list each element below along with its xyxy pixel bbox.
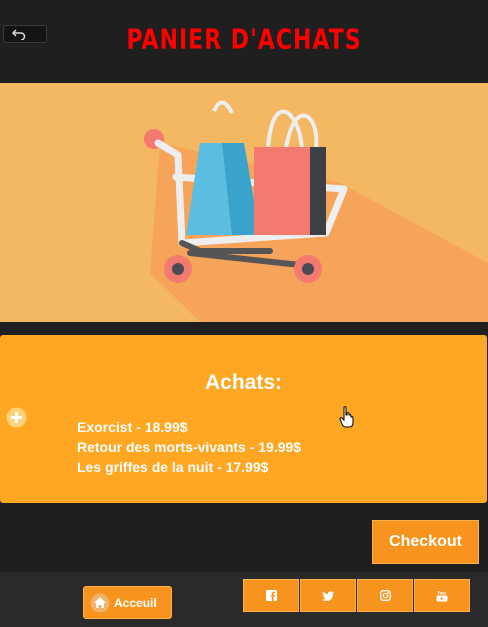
home-label: Acceuil <box>114 595 157 610</box>
youtube-icon: You <box>436 590 448 601</box>
twitter-icon <box>322 590 334 601</box>
social-links: You <box>243 579 471 613</box>
purchases-panel: Achats: Exorcist - 18.99$ Retour des mor… <box>0 335 487 503</box>
home-button[interactable]: Acceuil <box>83 586 172 619</box>
checkout-button[interactable]: Checkout <box>372 520 479 564</box>
home-icon <box>90 593 110 612</box>
plus-circle-icon[interactable] <box>6 407 27 428</box>
hero-banner <box>0 83 488 322</box>
header: PANIER D'ACHATS <box>0 0 488 82</box>
youtube-button[interactable]: You <box>414 579 470 612</box>
list-item: Retour des morts-vivants - 19.99$ <box>77 439 302 455</box>
hand-cursor-icon <box>339 406 354 428</box>
purchases-title: Achats: <box>204 371 283 394</box>
page-title: PANIER D'ACHATS <box>126 24 362 57</box>
list-item: Exorcist - 18.99$ <box>77 419 188 435</box>
twitter-button[interactable] <box>300 579 356 612</box>
shopping-cart-illustration <box>144 100 488 322</box>
facebook-icon <box>265 590 277 601</box>
instagram-button[interactable] <box>357 579 413 612</box>
facebook-button[interactable] <box>243 579 299 612</box>
list-item: Les griffes de la nuit - 17.99$ <box>77 459 269 475</box>
instagram-icon <box>379 590 391 601</box>
footer: Acceuil You <box>0 572 488 627</box>
purchase-list: Exorcist - 18.99$ Retour des morts-vivan… <box>77 417 301 477</box>
